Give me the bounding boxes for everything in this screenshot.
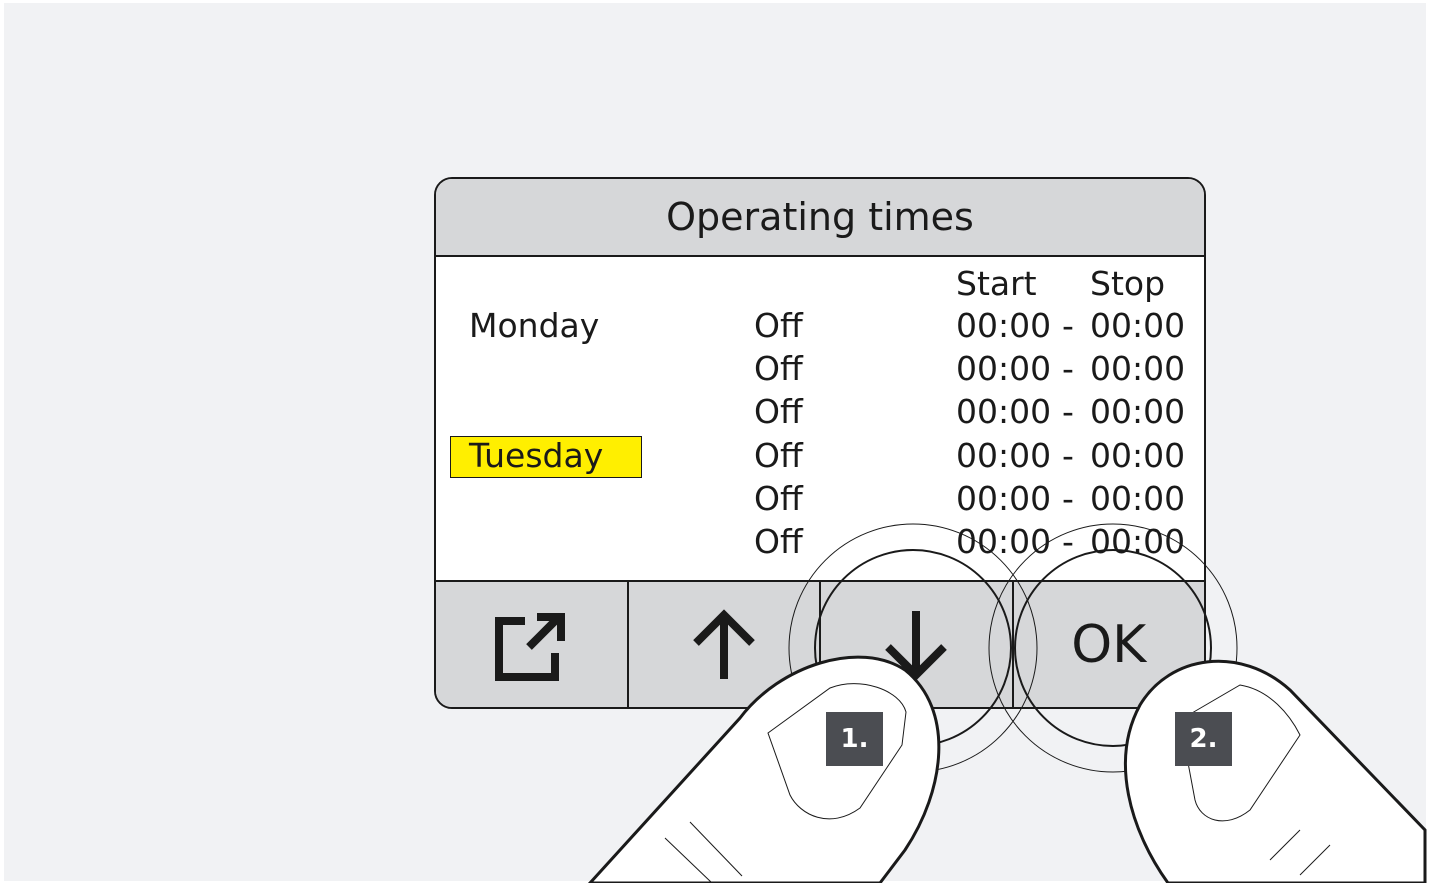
finger-1-icon <box>587 655 941 883</box>
finger-2-icon <box>1123 659 1427 883</box>
step-2-badge: 2. <box>1175 712 1232 766</box>
step-1-badge: 1. <box>826 712 883 766</box>
